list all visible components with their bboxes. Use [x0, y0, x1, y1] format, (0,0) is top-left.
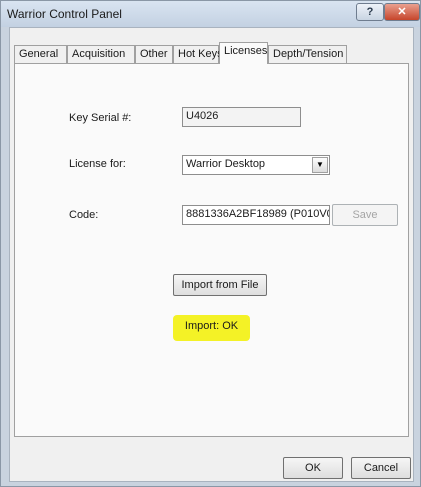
key-serial-label: Key Serial #: [69, 112, 132, 124]
tab-other[interactable]: Other [135, 45, 173, 63]
code-label: Code: [69, 209, 99, 221]
key-serial-field: U4026 [182, 107, 301, 127]
license-for-label: License for: [69, 158, 126, 170]
import-from-file-button[interactable]: Import from File [173, 274, 267, 296]
tab-depth-tension[interactable]: Depth/Tension [268, 45, 347, 63]
tab-hot-keys[interactable]: Hot Keys [173, 45, 223, 63]
license-for-dropdown[interactable]: Warrior Desktop ▼ [182, 155, 330, 175]
save-button[interactable]: Save [332, 204, 398, 226]
license-for-value: Warrior Desktop [186, 158, 266, 170]
cancel-button[interactable]: Cancel [351, 457, 411, 479]
help-button[interactable]: ? [356, 3, 384, 21]
tab-acquisition[interactable]: Acquisition [67, 45, 135, 63]
tab-general[interactable]: General [14, 45, 67, 63]
import-status: Import: OK [173, 315, 250, 341]
ok-button[interactable]: OK [283, 457, 343, 479]
help-icon: ? [366, 6, 374, 18]
dialog-client-area: General Acquisition Other Hot Keys Licen… [9, 27, 414, 482]
close-icon: ✕ [397, 6, 407, 18]
close-button[interactable]: ✕ [384, 3, 420, 21]
tab-licenses[interactable]: Licenses [219, 42, 268, 64]
title-bar[interactable]: Warrior Control Panel ? ✕ [1, 1, 420, 27]
code-field[interactable]: 8881336A2BF18989 (P010V000 [182, 205, 330, 225]
window-title: Warrior Control Panel [7, 7, 122, 21]
chevron-down-icon[interactable]: ▼ [312, 157, 328, 173]
control-panel-window: Warrior Control Panel ? ✕ General Acquis… [0, 0, 421, 487]
